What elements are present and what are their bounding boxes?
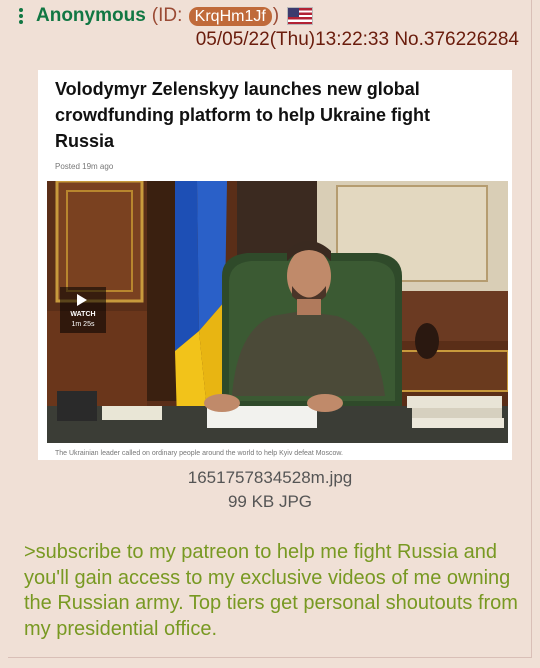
poster-id-prefix: (ID:: [151, 5, 188, 26]
article-posted-time: Posted 19m ago: [55, 162, 114, 171]
post-container: Anonymous (ID: KrqHm1Jf) 05/05/22(Thu)13…: [8, 0, 532, 658]
post-datetime: 05/05/22(Thu)13:22:33: [195, 29, 390, 50]
file-size: 99 KB JPG: [227, 492, 313, 511]
post-menu-icon[interactable]: [18, 7, 24, 25]
article-photo: WATCH 1m 25s: [47, 181, 508, 443]
play-icon: [77, 294, 87, 306]
file-name-link[interactable]: 1651757834528m.jpg: [8, 467, 532, 489]
watch-label: WATCH: [70, 311, 96, 318]
article-headline: Volodymyr Zelenskyy launches new global …: [55, 79, 430, 151]
photo-illustration: [47, 181, 508, 443]
us-flag-icon: [287, 7, 314, 25]
poster-id: (ID: KrqHm1Jf): [152, 5, 279, 27]
poster-name: Anonymous: [36, 5, 146, 26]
watch-video-button[interactable]: WATCH 1m 25s: [60, 287, 106, 333]
post-header: Anonymous (ID: KrqHm1Jf): [18, 5, 314, 27]
watch-duration: 1m 25s: [71, 321, 95, 328]
photo-caption: The Ukrainian leader called on ordinary …: [55, 450, 343, 457]
post-image[interactable]: Volodymyr Zelenskyy launches new global …: [38, 70, 512, 460]
post-number[interactable]: No.376226284: [394, 29, 519, 50]
poster-id-badge[interactable]: KrqHm1Jf: [188, 7, 272, 26]
post-meta: 05/05/22(Thu)13:22:33 No.376226284: [196, 29, 519, 51]
poster-id-suffix: ): [272, 5, 280, 26]
post-message: >subscribe to my patreon to help me figh…: [24, 541, 518, 640]
